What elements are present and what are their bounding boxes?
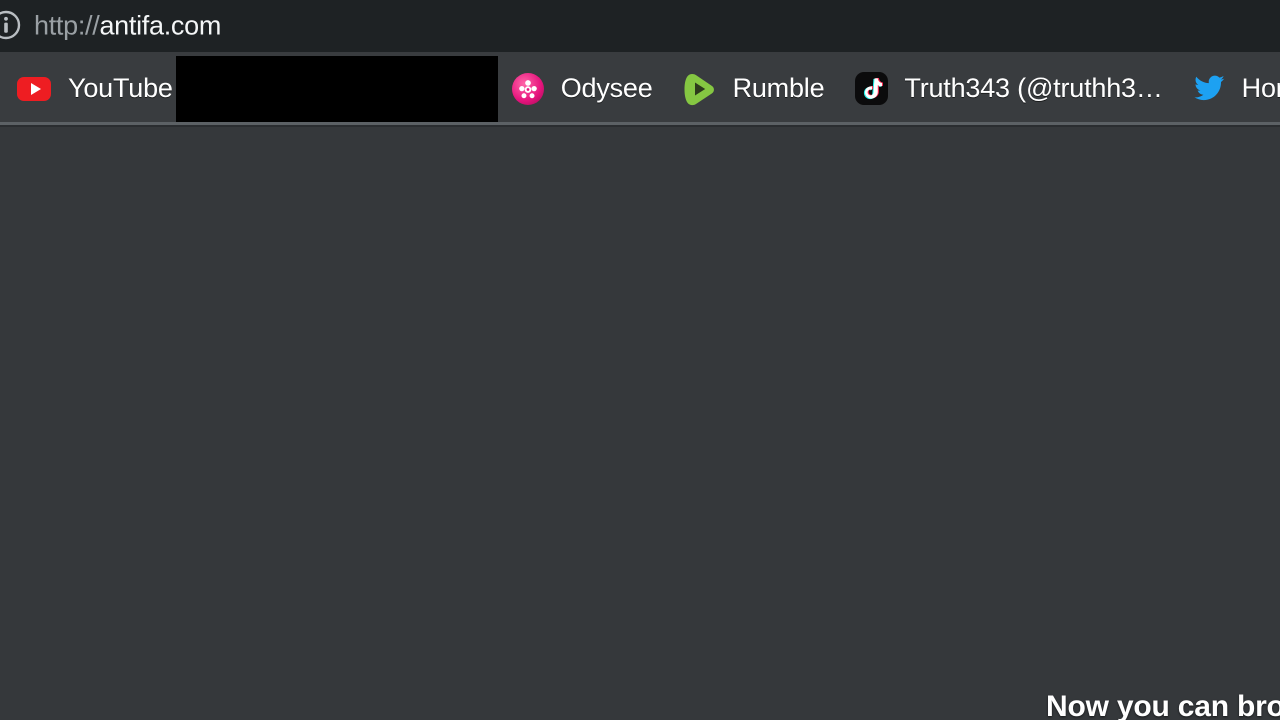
youtube-icon [17,76,51,101]
url-bar[interactable]: http://antifa.com [0,0,1280,52]
bookmark-twitter-home[interactable]: Home [1192,56,1280,122]
browser-window: http://antifa.com YouTube Odysee Rumble … [0,0,1280,720]
bookmark-odysee[interactable]: Odysee [511,56,653,122]
bookmark-label: YouTube [68,73,173,103]
tiktok-icon [855,72,889,105]
redaction-block [176,56,498,122]
bookmark-label: Truth343 (@truthh3… [904,73,1163,103]
bottom-caption: Now you can brow [1046,690,1280,720]
bookmark-label: Odysee [560,73,653,103]
url-scheme: http:// [34,10,100,41]
odysee-icon [511,72,544,105]
info-circle-icon[interactable] [0,8,23,42]
rumble-icon [681,72,717,106]
twitter-icon [1192,74,1226,104]
page-content [0,127,1280,720]
bookmark-label: Home [1241,73,1280,103]
bookmark-rumble[interactable]: Rumble [681,56,825,122]
url-text[interactable]: http://antifa.com [34,10,222,41]
bookmark-truth343[interactable]: Truth343 (@truthh3… [855,56,1163,122]
url-host: antifa.com [99,10,222,41]
bookmark-label: Rumble [732,73,825,103]
bookmark-youtube[interactable]: YouTube [17,56,173,122]
